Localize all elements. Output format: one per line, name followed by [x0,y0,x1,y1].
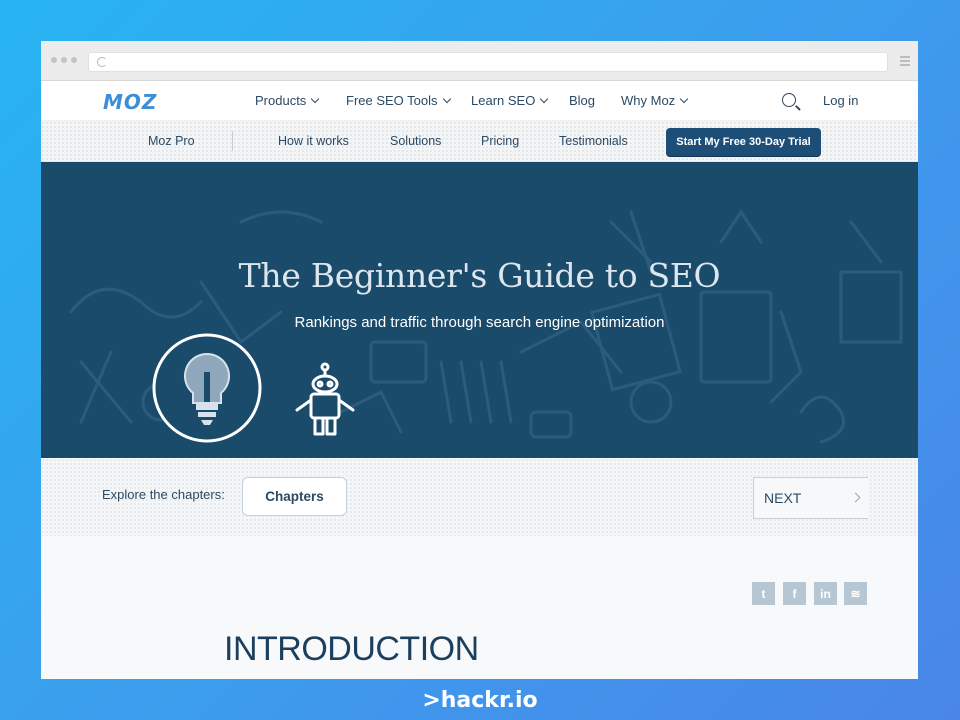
buffer-icon[interactable]: ≋ [844,582,867,605]
buffer-glyph: ≋ [850,586,861,601]
linkedin-icon[interactable]: in [814,582,837,605]
facebook-glyph: f [792,586,797,601]
subnav-pricing[interactable]: Pricing [481,134,519,148]
nav-products[interactable]: Products [255,93,320,108]
browser-window: MOZ Products Free SEO Tools Learn SEO Bl… [41,41,918,679]
linkedin-glyph: in [820,586,831,601]
top-navigation: MOZ Products Free SEO Tools Learn SEO Bl… [41,81,918,121]
nav-blog-label: Blog [569,93,596,108]
nav-free-seo-tools[interactable]: Free SEO Tools [346,93,451,108]
sub-navigation: Moz Pro How it works Solutions Pricing T… [41,121,918,162]
hackr-logo: >hackr.io [422,688,538,713]
nav-free-seo-tools-label: Free SEO Tools [346,93,438,108]
subnav-solutions[interactable]: Solutions [390,134,441,148]
content-area: t f in ≋ INTRODUCTION [41,536,918,679]
browser-chrome [41,41,918,81]
reload-icon[interactable] [97,57,107,67]
lightbulb-icon [152,333,262,443]
twitter-glyph: t [761,586,766,601]
nav-blog[interactable]: Blog [569,93,595,108]
chevron-right-icon [850,492,861,503]
address-bar[interactable] [88,52,888,72]
nav-why-moz-label: Why Moz [621,93,676,108]
hamburger-icon[interactable] [900,56,910,66]
facebook-icon[interactable]: f [783,582,806,605]
login-link[interactable]: Log in [823,93,858,108]
search-icon[interactable] [782,93,796,107]
twitter-icon[interactable]: t [752,582,775,605]
subnav-testimonials[interactable]: Testimonials [559,134,628,148]
nav-learn-seo-label: Learn SEO [471,93,536,108]
window-controls[interactable] [51,57,77,63]
next-button[interactable]: NEXT [753,477,868,519]
hero-subtitle: Rankings and traffic through search engi… [294,314,665,331]
chevron-down-icon [442,94,451,103]
nav-learn-seo[interactable]: Learn SEO [471,93,549,108]
explore-label: Explore the chapters: [102,487,225,502]
subnav-divider [232,131,233,151]
nav-why-moz[interactable]: Why Moz [621,93,689,108]
robot-mascot-icon [295,362,355,436]
free-trial-button[interactable]: Start My Free 30-Day Trial [666,128,821,156]
subnav-moz-pro[interactable]: Moz Pro [148,134,195,148]
chapters-button[interactable]: Chapters [242,477,347,516]
subnav-how-it-works[interactable]: How it works [278,134,349,148]
chapters-bar: Explore the chapters: Chapters NEXT [41,458,918,536]
chevron-down-icon [540,94,549,103]
hero-banner: The Beginner's Guide to SEO Rankings and… [41,162,918,458]
chevron-down-icon [311,94,320,103]
next-label: NEXT [764,490,802,506]
chevron-down-icon [679,94,689,103]
nav-products-label: Products [255,93,307,108]
moz-logo[interactable]: MOZ [103,90,157,114]
hero-title: The Beginner's Guide to SEO [238,256,721,295]
section-heading: INTRODUCTION [224,630,479,668]
